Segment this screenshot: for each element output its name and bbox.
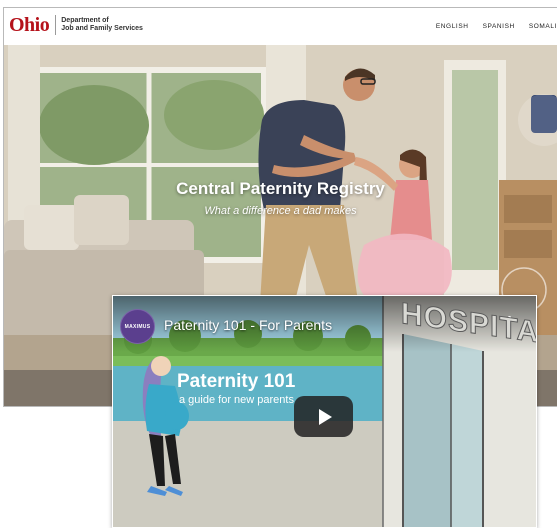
logo-department-line1: Department of [61, 17, 109, 24]
hero-subtitle: What a difference a dad makes [204, 205, 357, 217]
logo-divider [55, 15, 57, 35]
lang-link-somali[interactable]: SOMALI [529, 23, 557, 30]
video-subheading: a guide for new parents [179, 394, 294, 406]
logo-department-text: Department of Job and Family Services [61, 17, 143, 33]
video-player[interactable]: MAXIMUS Paternity 101 - For Parents HOSP… [112, 295, 537, 528]
video-title[interactable]: Paternity 101 - For Parents [164, 317, 332, 333]
ohio-jfs-logo[interactable]: Ohio Department of Job and Family Servic… [9, 15, 143, 35]
lang-link-english[interactable]: ENGLISH [436, 23, 469, 30]
video-heading: Paternity 101 [177, 371, 296, 392]
play-button[interactable] [294, 396, 353, 437]
site-header: Ohio Department of Job and Family Servic… [4, 8, 557, 46]
logo-wordmark: Ohio [9, 14, 50, 36]
language-nav: ENGLISH SPANISH SOMALI [436, 8, 557, 45]
hero-title: Central Paternity Registry [176, 179, 385, 198]
lang-link-spanish[interactable]: SPANISH [483, 23, 515, 30]
channel-avatar[interactable]: MAXIMUS [120, 309, 155, 344]
logo-department-line2: Job and Family Services [61, 25, 143, 32]
play-icon [318, 408, 332, 425]
